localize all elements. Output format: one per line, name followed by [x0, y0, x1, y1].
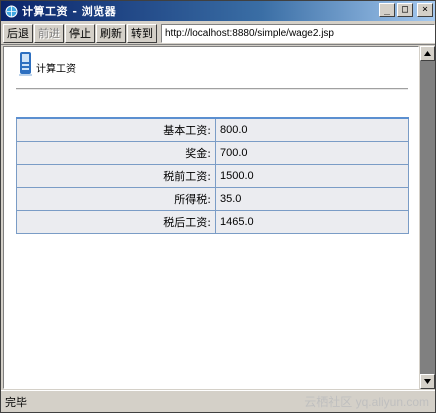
- row-label: 奖金:: [16, 141, 216, 165]
- row-value: 700.0: [215, 141, 409, 165]
- header-divider: [16, 88, 408, 90]
- status-text: 完毕: [5, 395, 27, 409]
- table-row: 所得税: 35.0: [16, 187, 409, 211]
- window-controls: _ □ ×: [379, 3, 433, 17]
- row-label: 所得税:: [16, 187, 216, 211]
- browser-globe-icon: [4, 4, 18, 18]
- browser-window: 计算工资 - 浏览器 _ □ × 后退 前进 停止 刷新 转到 http://l…: [0, 0, 436, 413]
- vertical-scrollbar[interactable]: [420, 46, 435, 389]
- table-row: 奖金: 700.0: [16, 141, 409, 165]
- page-header: 计算工资: [18, 51, 76, 77]
- watermark: 云栖社区 yq.aliyun.com: [304, 395, 429, 409]
- go-button[interactable]: 转到: [127, 23, 157, 43]
- table-row: 基本工资: 800.0: [16, 118, 409, 142]
- scroll-down-icon[interactable]: [420, 374, 435, 389]
- nav-toolbar: 后退 前进 停止 刷新 转到 http://localhost:8880/sim…: [1, 22, 435, 45]
- document-logo-icon: [18, 51, 34, 77]
- scroll-up-icon[interactable]: [420, 46, 435, 61]
- maximize-icon[interactable]: □: [397, 3, 413, 17]
- table-row: 税前工资: 1500.0: [16, 164, 409, 188]
- row-label: 基本工资:: [16, 118, 216, 142]
- page-content: 计算工资 基本工资: 800.0 奖金: 700.0 税前工资: 1500.0 …: [3, 46, 419, 389]
- status-bar: 完毕 云栖社区 yq.aliyun.com: [1, 390, 435, 412]
- back-button[interactable]: 后退: [3, 23, 33, 43]
- forward-button[interactable]: 前进: [34, 23, 64, 43]
- wage-table: 基本工资: 800.0 奖金: 700.0 税前工资: 1500.0 所得税: …: [16, 117, 409, 234]
- row-value: 35.0: [215, 187, 409, 211]
- address-input[interactable]: http://localhost:8880/simple/wage2.jsp: [161, 23, 435, 43]
- close-icon[interactable]: ×: [417, 3, 433, 17]
- stop-button[interactable]: 停止: [65, 23, 95, 43]
- page-title: 计算工资: [36, 64, 76, 75]
- row-value: 1500.0: [215, 164, 409, 188]
- refresh-button[interactable]: 刷新: [96, 23, 126, 43]
- row-value: 1465.0: [215, 210, 409, 234]
- row-label: 税后工资:: [16, 210, 216, 234]
- title-bar[interactable]: 计算工资 - 浏览器 _ □ ×: [1, 1, 435, 21]
- row-label: 税前工资:: [16, 164, 216, 188]
- row-value: 800.0: [215, 118, 409, 142]
- window-title: 计算工资 - 浏览器: [22, 5, 117, 18]
- table-row: 税后工资: 1465.0: [16, 210, 409, 234]
- minimize-icon[interactable]: _: [379, 3, 395, 17]
